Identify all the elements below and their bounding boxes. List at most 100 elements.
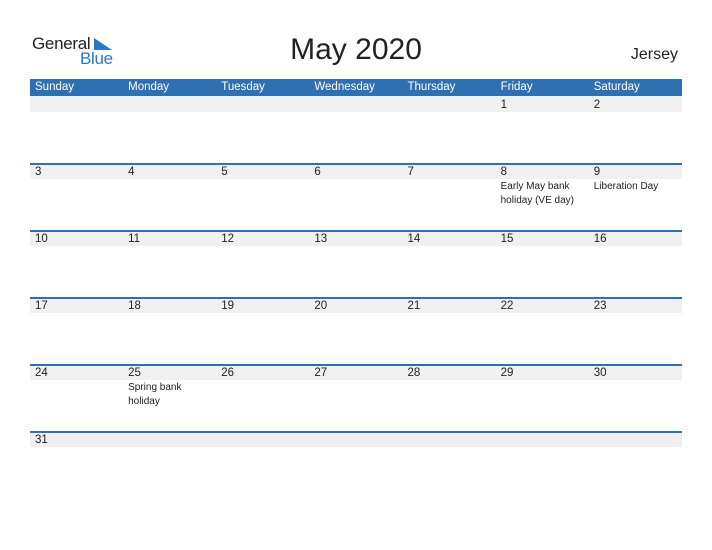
day-number: 5 [221, 166, 228, 178]
day-cell-30[interactable]: 30 [589, 364, 682, 409]
holiday-label: Spring bank holiday [128, 382, 182, 407]
day-number: 25 [128, 367, 141, 379]
day-cell-3[interactable]: 3 [30, 163, 123, 208]
weekday-monday: Monday [128, 81, 170, 93]
week-row: 3 4 5 6 7 8 Early May bank holiday (VE day) 9 Li… [30, 163, 682, 230]
week-row: 12 [30, 96, 682, 163]
weekday-thursday: Thursday [407, 81, 456, 93]
day-number [221, 431, 309, 448]
day-cell-23[interactable]: 23 [589, 297, 682, 314]
day-cell-12[interactable]: 12 [216, 230, 309, 247]
day-number [128, 431, 216, 448]
day-cell-empty [123, 431, 216, 448]
day-number: 20 [314, 300, 328, 312]
day-number: 29 [500, 367, 514, 379]
country-label: Jersey [630, 46, 678, 63]
day-cell-2[interactable]: 2 [589, 96, 682, 113]
day-cell-10[interactable]: 10 [30, 230, 123, 247]
weekday-wednesday: Wednesday [314, 81, 375, 93]
day-cell-empty [403, 431, 496, 448]
day-number: 19 [221, 300, 235, 312]
day-cell-empty [589, 431, 682, 448]
day-cell-29[interactable]: 29 [496, 364, 589, 409]
weekday-sunday: Sunday [35, 81, 75, 93]
day-cell-31[interactable]: 31 [30, 431, 123, 448]
day-number: 6 [314, 166, 321, 178]
day-cell-24[interactable]: 24 [30, 364, 123, 409]
day-number: 2 [593, 99, 601, 111]
day-number: 8 [500, 166, 508, 178]
day-number: 14 [407, 233, 421, 245]
day-cell-6[interactable]: 6 [309, 163, 402, 208]
day-cell-19[interactable]: 19 [216, 297, 309, 314]
day-cell-16[interactable]: 16 [589, 230, 682, 247]
day-cell-8[interactable]: 8 Early May bank holiday (VE day) [496, 163, 589, 208]
day-cell-18[interactable]: 18 [123, 297, 216, 314]
day-number: 26 [221, 367, 235, 379]
day-number: 10 [35, 233, 48, 245]
day-number: 18 [128, 300, 141, 312]
day-number: 30 [593, 367, 607, 379]
day-cell-empty [496, 431, 589, 448]
day-number [128, 96, 216, 113]
day-cell-14[interactable]: 14 [403, 230, 496, 247]
day-number [221, 96, 309, 113]
day-cell-21[interactable]: 21 [403, 297, 496, 314]
day-number: 7 [407, 166, 414, 178]
day-number: 31 [35, 434, 48, 446]
day-cell-25[interactable]: 25 Spring bank holiday [123, 364, 216, 409]
day-cell-5[interactable]: 5 [216, 163, 309, 208]
day-cell-empty [309, 431, 402, 448]
week-row: 24 25 Spring bank holiday 26 27 28 29 30 [30, 364, 682, 431]
week-row: 10 11 12 13 14 15 16 [30, 230, 682, 297]
day-cell-15[interactable]: 15 [496, 230, 589, 247]
day-number [314, 431, 402, 448]
holiday-label: Early May bank holiday (VE day) [500, 181, 574, 206]
day-cell-26[interactable]: 26 [216, 364, 309, 409]
calendar-weeks: 1 2 3 4 5 6 7 8 Early May bank holiday (VE day) 9… [30, 96, 682, 498]
day-cell-empty [403, 96, 496, 113]
day-cell-27[interactable]: 27 [309, 364, 402, 409]
day-number [501, 431, 589, 448]
day-cell-empty [309, 96, 402, 113]
day-number [408, 431, 496, 448]
calendar-grid: Sunday Monday Tuesday Wednesday Thursday Frid… [30, 79, 682, 498]
day-cell-13[interactable]: 13 [309, 230, 402, 247]
day-number [35, 96, 123, 113]
day-cell-7[interactable]: 7 [403, 163, 496, 208]
day-cell-empty [216, 431, 309, 448]
weekday-friday: Friday [500, 81, 533, 93]
day-cell-28[interactable]: 28 [403, 364, 496, 409]
week-row: 31 [30, 431, 682, 498]
day-number: 17 [35, 300, 48, 312]
day-number: 27 [314, 367, 328, 379]
day-cell-17[interactable]: 17 [30, 297, 123, 314]
day-number: 24 [35, 367, 48, 379]
week-row: 17 18 19 20 21 22 23 [30, 297, 682, 364]
day-cell-4[interactable]: 4 [123, 163, 216, 208]
day-number: 16 [593, 233, 607, 245]
day-number: 3 [35, 166, 42, 178]
day-number [594, 431, 682, 448]
day-cell-11[interactable]: 11 [123, 230, 216, 247]
day-cell-20[interactable]: 20 [309, 297, 402, 314]
holiday-label: Liberation Day [593, 181, 659, 192]
weekday-saturday: Saturday [593, 81, 640, 93]
day-number [408, 96, 496, 113]
day-number: 23 [593, 300, 607, 312]
day-cell-22[interactable]: 22 [496, 297, 589, 314]
day-number: 11 [128, 233, 141, 245]
day-number: 28 [407, 367, 421, 379]
day-number: 13 [314, 233, 328, 245]
weekday-header: Sunday Monday Tuesday Wednesday Thursday Frid… [30, 79, 682, 96]
day-cell-empty [216, 96, 309, 113]
weekday-tuesday: Tuesday [221, 81, 265, 93]
day-number: 22 [500, 300, 514, 312]
day-cell-9[interactable]: 9 Liberation Day [589, 163, 682, 208]
day-number: 9 [593, 166, 601, 178]
day-number: 4 [128, 166, 135, 178]
day-number: 12 [221, 233, 235, 245]
day-cell-empty [30, 96, 123, 113]
day-cell-1[interactable]: 1 [496, 96, 589, 113]
day-number [314, 96, 402, 113]
